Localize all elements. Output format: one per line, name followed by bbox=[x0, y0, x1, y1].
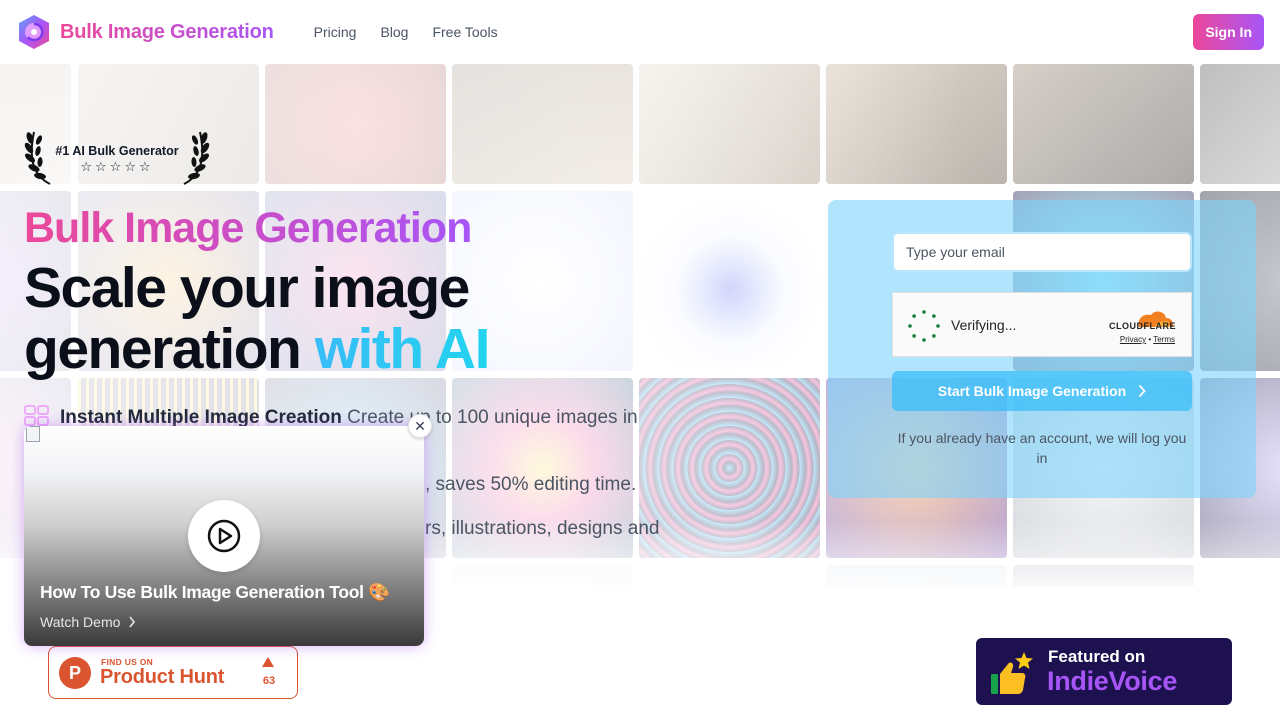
feature-text: , saves 50% editing time. bbox=[425, 474, 637, 495]
cf-terms-link[interactable]: Terms bbox=[1153, 335, 1175, 344]
producthunt-badge[interactable]: P FIND US ON Product Hunt 63 bbox=[48, 646, 298, 699]
start-generation-button[interactable]: Start Bulk Image Generation bbox=[892, 371, 1192, 411]
award-badge: #1 AI Bulk Generator ☆☆☆☆☆ bbox=[24, 126, 210, 188]
play-button[interactable] bbox=[188, 500, 260, 572]
indievoice-small-text: Featured on bbox=[1048, 647, 1146, 666]
feature-text: Create up to 100 unique images in bbox=[341, 407, 638, 428]
sign-in-button[interactable]: Sign In bbox=[1193, 14, 1264, 50]
nav-pricing[interactable]: Pricing bbox=[314, 24, 357, 40]
hero-heading-accent: with AI bbox=[314, 317, 491, 381]
feature-item: , saves 50% editing time. bbox=[425, 474, 636, 496]
indievoice-badge[interactable]: Featured on IndieVoice bbox=[976, 638, 1232, 705]
spinner-icon bbox=[908, 310, 940, 342]
logo-link[interactable]: Bulk Image Generation bbox=[16, 14, 274, 50]
main-nav: Pricing Blog Free Tools bbox=[314, 24, 498, 40]
feature-item: rs, illustrations, designs and bbox=[425, 518, 659, 540]
logo-icon bbox=[19, 15, 49, 49]
hero-tagline: Bulk Image Generation bbox=[24, 204, 472, 252]
thumbs-up-star-icon bbox=[991, 652, 1033, 694]
producthunt-logo-icon: P bbox=[59, 657, 91, 689]
video-demo-card[interactable]: How To Use Bulk Image Generation Tool 🎨 … bbox=[24, 426, 424, 646]
feature-text: rs, illustrations, designs and bbox=[425, 518, 660, 539]
hero-heading: Scale your image generation with AI bbox=[24, 258, 644, 380]
upvote-count: 63 bbox=[262, 675, 276, 687]
account-note: If you already have an account, we will … bbox=[897, 430, 1187, 466]
nav-free-tools[interactable]: Free Tools bbox=[432, 24, 497, 40]
nav-blog[interactable]: Blog bbox=[380, 24, 408, 40]
chevron-right-icon bbox=[129, 616, 136, 628]
indievoice-name: IndieVoice bbox=[1047, 666, 1178, 696]
cloudflare-wordmark: CLOUDFLARE bbox=[1109, 321, 1176, 331]
site-header: Bulk Image Generation Pricing Blog Free … bbox=[0, 0, 1280, 64]
cf-privacy-link[interactable]: Privacy bbox=[1120, 335, 1146, 344]
signup-panel: Verifying... CLOUDFLARE Privacy • Terms … bbox=[828, 200, 1256, 498]
brand-name: Bulk Image Generation bbox=[60, 20, 274, 43]
chevron-right-icon bbox=[1138, 384, 1146, 398]
cloudflare-links: Privacy • Terms bbox=[1120, 335, 1175, 344]
watch-demo-link[interactable]: Watch Demo bbox=[40, 614, 136, 630]
award-title: #1 AI Bulk Generator bbox=[55, 144, 179, 158]
play-icon bbox=[207, 519, 241, 553]
email-input[interactable] bbox=[892, 232, 1192, 272]
producthunt-name: Product Hunt bbox=[100, 666, 225, 688]
feature-title: Instant Multiple Image Creation bbox=[60, 407, 342, 428]
video-title: How To Use Bulk Image Generation Tool 🎨 bbox=[40, 582, 390, 602]
close-video-button[interactable]: ✕ bbox=[408, 414, 432, 438]
upvote-triangle-icon bbox=[262, 657, 274, 667]
grid-icon bbox=[24, 405, 49, 426]
cloudflare-turnstile[interactable]: Verifying... CLOUDFLARE Privacy • Terms bbox=[892, 292, 1192, 357]
award-stars: ☆☆☆☆☆ bbox=[80, 159, 154, 174]
start-generation-label: Start Bulk Image Generation bbox=[937, 383, 1127, 399]
verifying-text: Verifying... bbox=[951, 317, 1017, 333]
watch-demo-label: Watch Demo bbox=[40, 614, 121, 630]
broken-image-icon bbox=[26, 426, 40, 442]
